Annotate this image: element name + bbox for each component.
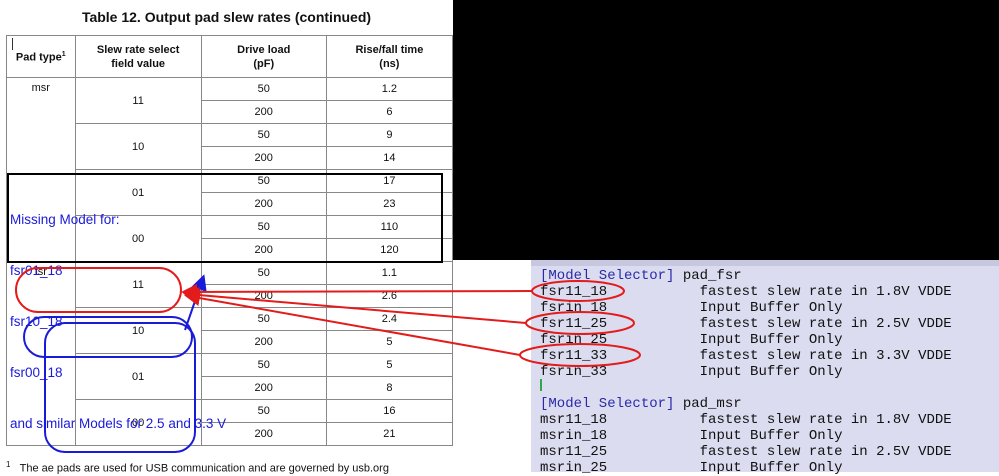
- load-cell: 50: [200, 77, 327, 101]
- model-name: msrin_25: [540, 460, 700, 476]
- time-cell: 21: [325, 422, 454, 446]
- model-name: fsrin_18: [540, 300, 700, 316]
- model-description: fastest slew rate in 3.3V VDDE: [699, 348, 952, 364]
- model-name: fsrin_33: [540, 364, 700, 380]
- field-value-cell: 10: [74, 123, 202, 170]
- code-line: fsrin_33 Input Buffer Only: [540, 364, 842, 380]
- field-value-cell: 11: [74, 77, 202, 124]
- model-selector-keyword: [Model Selector]: [540, 268, 675, 284]
- model-description: fastest slew rate in 1.8V VDDE: [699, 284, 952, 300]
- model-description: Input Buffer Only: [699, 460, 843, 476]
- code-line: [Model Selector] pad_fsr: [540, 268, 742, 284]
- editor-cursor: [540, 379, 542, 391]
- model-description: fastest slew rate in 1.8V VDDE: [699, 412, 952, 428]
- code-line: [Model Selector] pad_msr: [540, 396, 742, 412]
- header-pad-type: Pad type1: [6, 35, 76, 78]
- note-line: Missing Model for:: [10, 212, 120, 227]
- model-description: Input Buffer Only: [699, 300, 843, 316]
- load-cell: 200: [200, 100, 327, 124]
- model-description: Input Buffer Only: [699, 332, 843, 348]
- note-line: fsr00_18: [10, 365, 63, 380]
- model-name: fsr11_18: [540, 284, 700, 300]
- time-cell: 2.6: [325, 284, 454, 308]
- code-line: msr11_25 fastest slew rate in 2.5V VDDE: [540, 444, 952, 460]
- model-name: fsrin_25: [540, 332, 700, 348]
- time-cell: 1.1: [325, 261, 454, 285]
- time-cell: 6: [325, 100, 454, 124]
- code-line: msr11_18 fastest slew rate in 1.8V VDDE: [540, 412, 952, 428]
- model-description: fastest slew rate in 2.5V VDDE: [699, 444, 952, 460]
- time-cell: 16: [325, 399, 454, 423]
- load-cell: 200: [200, 146, 327, 170]
- code-line: msrin_25 Input Buffer Only: [540, 460, 842, 476]
- code-line: fsrin_25 Input Buffer Only: [540, 332, 842, 348]
- code-line: fsr11_25 fastest slew rate in 2.5V VDDE: [540, 316, 952, 332]
- model-description: fastest slew rate in 2.5V VDDE: [699, 316, 952, 332]
- model-name: fsr11_25: [540, 316, 700, 332]
- note-line: fsr10_18: [10, 314, 63, 329]
- code-line: msrin_18 Input Buffer Only: [540, 428, 842, 444]
- header-drive-load: Drive load (pF): [200, 35, 327, 78]
- time-cell: 8: [325, 376, 454, 400]
- time-cell: 1.2: [325, 77, 454, 101]
- note-line: and similar Models for 2.5 and 3.3 V: [10, 416, 227, 431]
- time-cell: 14: [325, 146, 454, 170]
- table-footnote: 1 The ae pads are used for USB communica…: [6, 460, 389, 475]
- model-selector-keyword: [Model Selector]: [540, 396, 675, 412]
- note-line: fsr01_18: [10, 263, 63, 278]
- time-cell: 9: [325, 123, 454, 147]
- editor-top-border: [531, 260, 999, 266]
- model-description: Input Buffer Only: [699, 364, 843, 380]
- model-name: msr11_18: [540, 412, 700, 428]
- header-rise-fall: Rise/fall time (ns): [325, 35, 454, 78]
- code-line: fsr11_18 fastest slew rate in 1.8V VDDE: [540, 284, 952, 300]
- table-title: Table 12. Output pad slew rates (continu…: [81, 9, 372, 25]
- dark-background-area: [453, 0, 999, 260]
- model-name: msrin_18: [540, 428, 700, 444]
- model-selector-value: pad_fsr: [674, 268, 742, 284]
- header-slew-field: Slew rate select field value: [74, 35, 202, 78]
- time-cell: 2.4: [325, 307, 454, 331]
- code-line: fsr11_33 fastest slew rate in 3.3V VDDE: [540, 348, 952, 364]
- time-cell: 5: [325, 353, 454, 377]
- table-row: msr 11 50 1.2: [6, 77, 454, 262]
- table-header-row: Pad type1 Slew rate select field value Dr…: [6, 35, 454, 78]
- model-name: fsr11_33: [540, 348, 700, 364]
- missing-models-note: Missing Model for: fsr01_18 fsr10_18 fsr…: [10, 177, 226, 449]
- code-line: fsrin_18 Input Buffer Only: [540, 300, 842, 316]
- model-selector-value: pad_msr: [674, 396, 742, 412]
- load-cell: 50: [200, 123, 327, 147]
- model-description: Input Buffer Only: [699, 428, 843, 444]
- model-name: msr11_25: [540, 444, 700, 460]
- time-cell: 5: [325, 330, 454, 354]
